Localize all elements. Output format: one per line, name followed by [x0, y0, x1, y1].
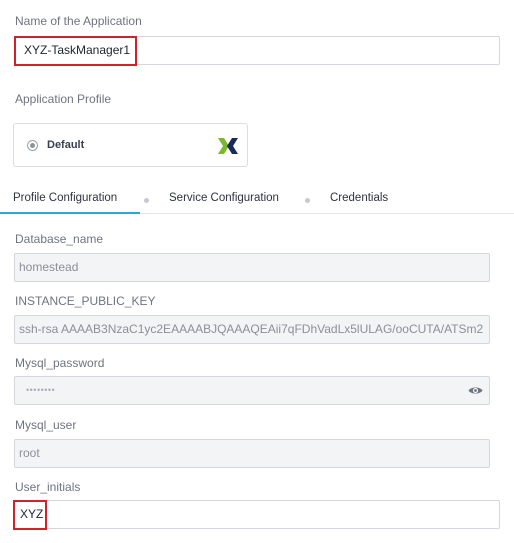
configuration-tabs: Profile Configuration Service Configurat…	[0, 188, 514, 214]
tab-separator-dot	[144, 198, 149, 203]
app-name-label: Name of the Application	[15, 14, 142, 28]
profile-card-default[interactable]: Default	[13, 123, 248, 167]
tab-service-configuration[interactable]: Service Configuration	[169, 192, 279, 204]
app-name-input[interactable]: XYZ-TaskManager1	[14, 36, 500, 65]
tab-credentials[interactable]: Credentials	[330, 192, 388, 204]
user-initials-input[interactable]: XYZ	[14, 500, 500, 529]
instance-public-key-label: INSTANCE_PUBLIC_KEY	[15, 294, 156, 308]
database-name-label: Database_name	[15, 232, 104, 246]
profile-name: Default	[47, 139, 85, 151]
nutanix-logo-icon	[218, 138, 238, 154]
database-name-field[interactable]: homestead	[14, 253, 490, 282]
mysql-user-label: Mysql_user	[15, 418, 77, 432]
mysql-password-label: Mysql_password	[15, 356, 105, 370]
user-initials-label: User_initials	[15, 480, 81, 494]
radio-selected-icon[interactable]	[27, 140, 38, 151]
application-profile-label: Application Profile	[15, 92, 112, 106]
mysql-user-field[interactable]: root	[14, 439, 490, 468]
instance-public-key-field[interactable]: ssh-rsa AAAAB3NzaC1yc2EAAAABJQAAAQEAii7q…	[14, 315, 490, 344]
mysql-password-value: ••••••••	[26, 385, 56, 395]
mysql-password-field[interactable]: ••••••••	[14, 376, 490, 405]
eye-icon[interactable]	[468, 385, 483, 396]
active-tab-indicator	[0, 212, 140, 214]
tabs-divider	[140, 213, 514, 214]
tab-profile-configuration[interactable]: Profile Configuration	[13, 192, 117, 204]
tab-separator-dot	[305, 198, 310, 203]
